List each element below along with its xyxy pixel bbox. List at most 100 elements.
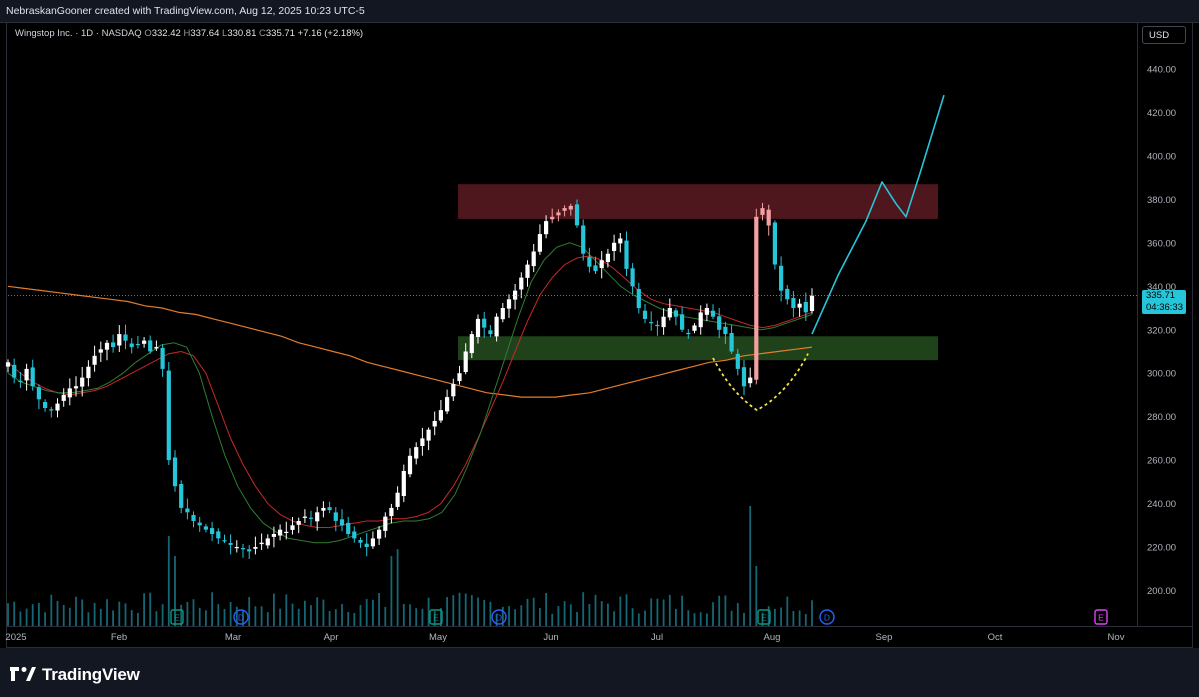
- volume-bar: [563, 601, 566, 626]
- price-chart[interactable]: 440.00420.00400.00380.00360.00340.00320.…: [0, 0, 1199, 648]
- candle-body: [581, 225, 586, 254]
- volume-bar: [106, 599, 108, 626]
- volume-bar: [458, 592, 461, 626]
- volume-bar: [279, 608, 281, 626]
- volume-bar: [582, 592, 585, 626]
- candle-body: [228, 543, 233, 545]
- volume-bar: [390, 556, 393, 626]
- volume-bar: [792, 611, 795, 626]
- candle-body: [253, 547, 258, 549]
- candle-body: [296, 521, 301, 525]
- tradingview-logo[interactable]: TradingView: [10, 665, 140, 685]
- volume-bar: [607, 603, 609, 626]
- volume-bar: [446, 597, 448, 626]
- y-tick-label: 380.00: [1147, 195, 1176, 206]
- candle-body: [438, 410, 443, 421]
- y-tick-label: 280.00: [1147, 412, 1176, 423]
- candle-body: [550, 216, 555, 220]
- volume-bar: [780, 607, 782, 626]
- candle-body: [148, 340, 153, 352]
- volume-bar: [260, 606, 263, 626]
- candle-body: [445, 397, 450, 412]
- candle-body: [605, 253, 610, 262]
- candle-body: [673, 310, 678, 317]
- currency-button[interactable]: USD: [1142, 26, 1186, 44]
- resistance-zone: [458, 184, 938, 219]
- dividend-marker-label: D: [496, 613, 502, 623]
- candle-body: [216, 531, 221, 539]
- volume-bar: [7, 603, 9, 626]
- x-tick-label: Aug: [764, 632, 781, 643]
- candle-body: [797, 303, 802, 308]
- volume-bar: [421, 608, 424, 626]
- volume-bar: [99, 608, 102, 626]
- candle-body: [809, 295, 815, 312]
- volume-bar: [372, 599, 374, 626]
- earnings-marker-label: E: [433, 613, 439, 623]
- candle-body: [302, 516, 307, 518]
- candle-body: [135, 343, 140, 346]
- volume-bar: [254, 606, 257, 626]
- candle-body: [624, 240, 629, 269]
- y-tick-label: 360.00: [1147, 238, 1176, 249]
- volume-bar: [489, 601, 492, 626]
- y-tick-label: 320.00: [1147, 325, 1176, 336]
- y-tick-label: 240.00: [1147, 499, 1176, 510]
- candle-body: [160, 347, 165, 369]
- candle-body: [104, 342, 110, 350]
- volume-bar: [137, 612, 139, 626]
- candle-body: [358, 540, 363, 543]
- candle-body: [686, 332, 691, 335]
- candle-body: [346, 522, 351, 534]
- candle-body: [67, 388, 72, 398]
- candle-body: [754, 216, 759, 380]
- candle-body: [377, 529, 382, 539]
- volume-bar: [291, 603, 294, 626]
- volume-bar: [656, 598, 659, 626]
- current-price-label: 335.71: [1146, 290, 1176, 301]
- volume-bar: [359, 604, 362, 626]
- volume-bar: [143, 593, 145, 626]
- candle-body: [80, 377, 85, 387]
- candle-body: [760, 208, 765, 215]
- candle-body: [203, 526, 208, 530]
- candle-body: [129, 343, 134, 348]
- candle-body: [531, 251, 536, 267]
- candle-body: [12, 364, 17, 378]
- candle-body: [562, 208, 567, 211]
- candle-body: [630, 268, 635, 287]
- volume-bar: [297, 608, 300, 626]
- symbol-legend: Wingstop Inc. · 1D · NASDAQ O332.42 H337…: [15, 28, 363, 39]
- candle-body: [426, 429, 431, 441]
- volume-bar: [569, 604, 572, 626]
- candle-body: [537, 234, 542, 252]
- candle-body: [92, 355, 97, 365]
- candle-body: [370, 538, 375, 547]
- volume-bar: [631, 608, 634, 626]
- candle-body: [469, 334, 474, 354]
- volume-bar: [699, 612, 702, 626]
- candle-body: [389, 507, 394, 517]
- volume-bar: [520, 605, 523, 626]
- candle-body: [172, 457, 178, 487]
- volume-bar: [310, 605, 312, 626]
- volume-bar: [706, 613, 708, 626]
- volume-bar: [470, 595, 473, 626]
- candle-body: [698, 312, 703, 328]
- candle-body: [667, 308, 672, 318]
- y-tick-label: 440.00: [1147, 65, 1176, 76]
- volume-bar: [774, 608, 776, 626]
- candle-body: [587, 256, 592, 267]
- candle-body: [123, 334, 128, 341]
- volume-bar: [334, 609, 337, 626]
- candle-body: [414, 447, 419, 459]
- volume-bar: [44, 612, 46, 626]
- y-tick-label: 200.00: [1147, 586, 1176, 597]
- candle-body: [717, 316, 722, 330]
- symbol-name[interactable]: Wingstop Inc. · 1D · NASDAQ: [15, 28, 142, 39]
- volume-bar: [62, 605, 65, 626]
- candle-body: [488, 330, 493, 335]
- candle-body: [661, 316, 666, 328]
- volume-bar: [409, 604, 411, 626]
- candle-body: [618, 238, 623, 244]
